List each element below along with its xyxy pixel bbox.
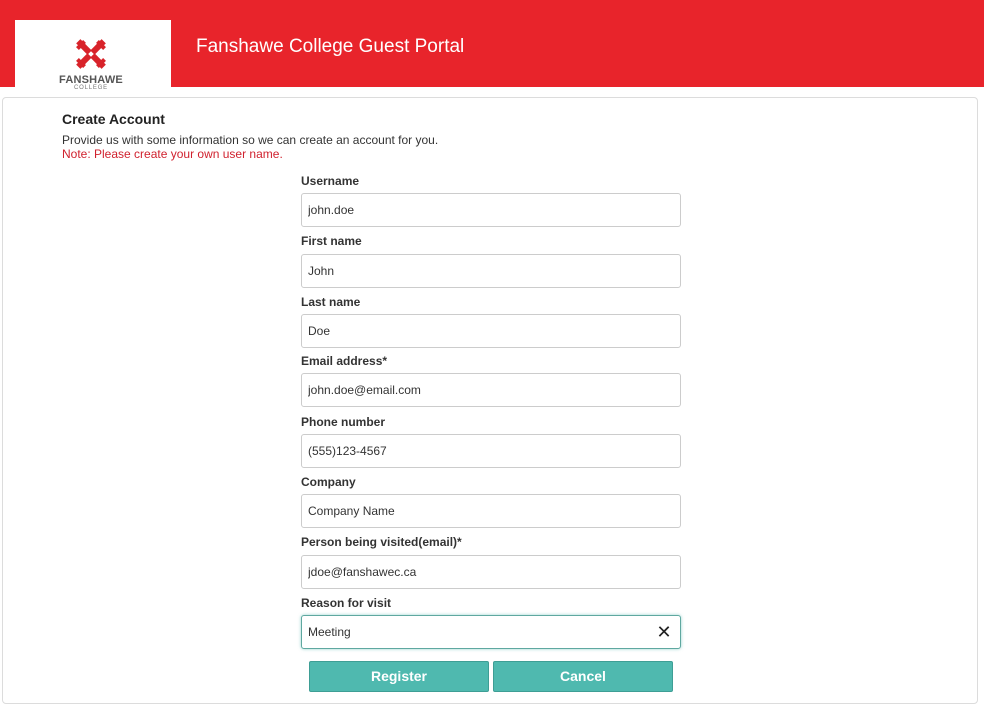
first-name-input[interactable] bbox=[301, 254, 681, 288]
page-title: Create Account bbox=[62, 111, 165, 127]
email-input[interactable] bbox=[301, 373, 681, 407]
reason-input[interactable] bbox=[301, 615, 681, 649]
logo-subtext: COLLEGE bbox=[74, 85, 108, 91]
person-visited-input[interactable] bbox=[301, 555, 681, 589]
phone-input[interactable] bbox=[301, 434, 681, 468]
portal-header: FANSHAWE COLLEGE Fanshawe College Guest … bbox=[0, 0, 984, 91]
username-note: Note: Please create your own user name. bbox=[62, 147, 283, 161]
cancel-button[interactable]: Cancel bbox=[493, 661, 673, 692]
phone-label: Phone number bbox=[301, 415, 386, 429]
username-input[interactable] bbox=[301, 193, 681, 227]
intro-text: Provide us with some information so we c… bbox=[62, 133, 439, 147]
company-input[interactable] bbox=[301, 494, 681, 528]
last-name-input[interactable] bbox=[301, 314, 681, 348]
company-label: Company bbox=[301, 475, 356, 489]
close-icon[interactable]: ✕ bbox=[655, 623, 673, 641]
first-name-label: First name bbox=[301, 234, 362, 248]
email-label: Email address* bbox=[301, 354, 388, 368]
register-button[interactable]: Register bbox=[309, 661, 489, 692]
person-visited-label: Person being visited(email)* bbox=[301, 535, 462, 549]
fanshawe-logo-icon bbox=[76, 39, 106, 69]
last-name-label: Last name bbox=[301, 295, 361, 309]
username-label: Username bbox=[301, 174, 360, 188]
college-logo: FANSHAWE COLLEGE bbox=[15, 20, 171, 91]
portal-title: Fanshawe College Guest Portal bbox=[196, 36, 465, 57]
reason-label: Reason for visit bbox=[301, 596, 392, 610]
